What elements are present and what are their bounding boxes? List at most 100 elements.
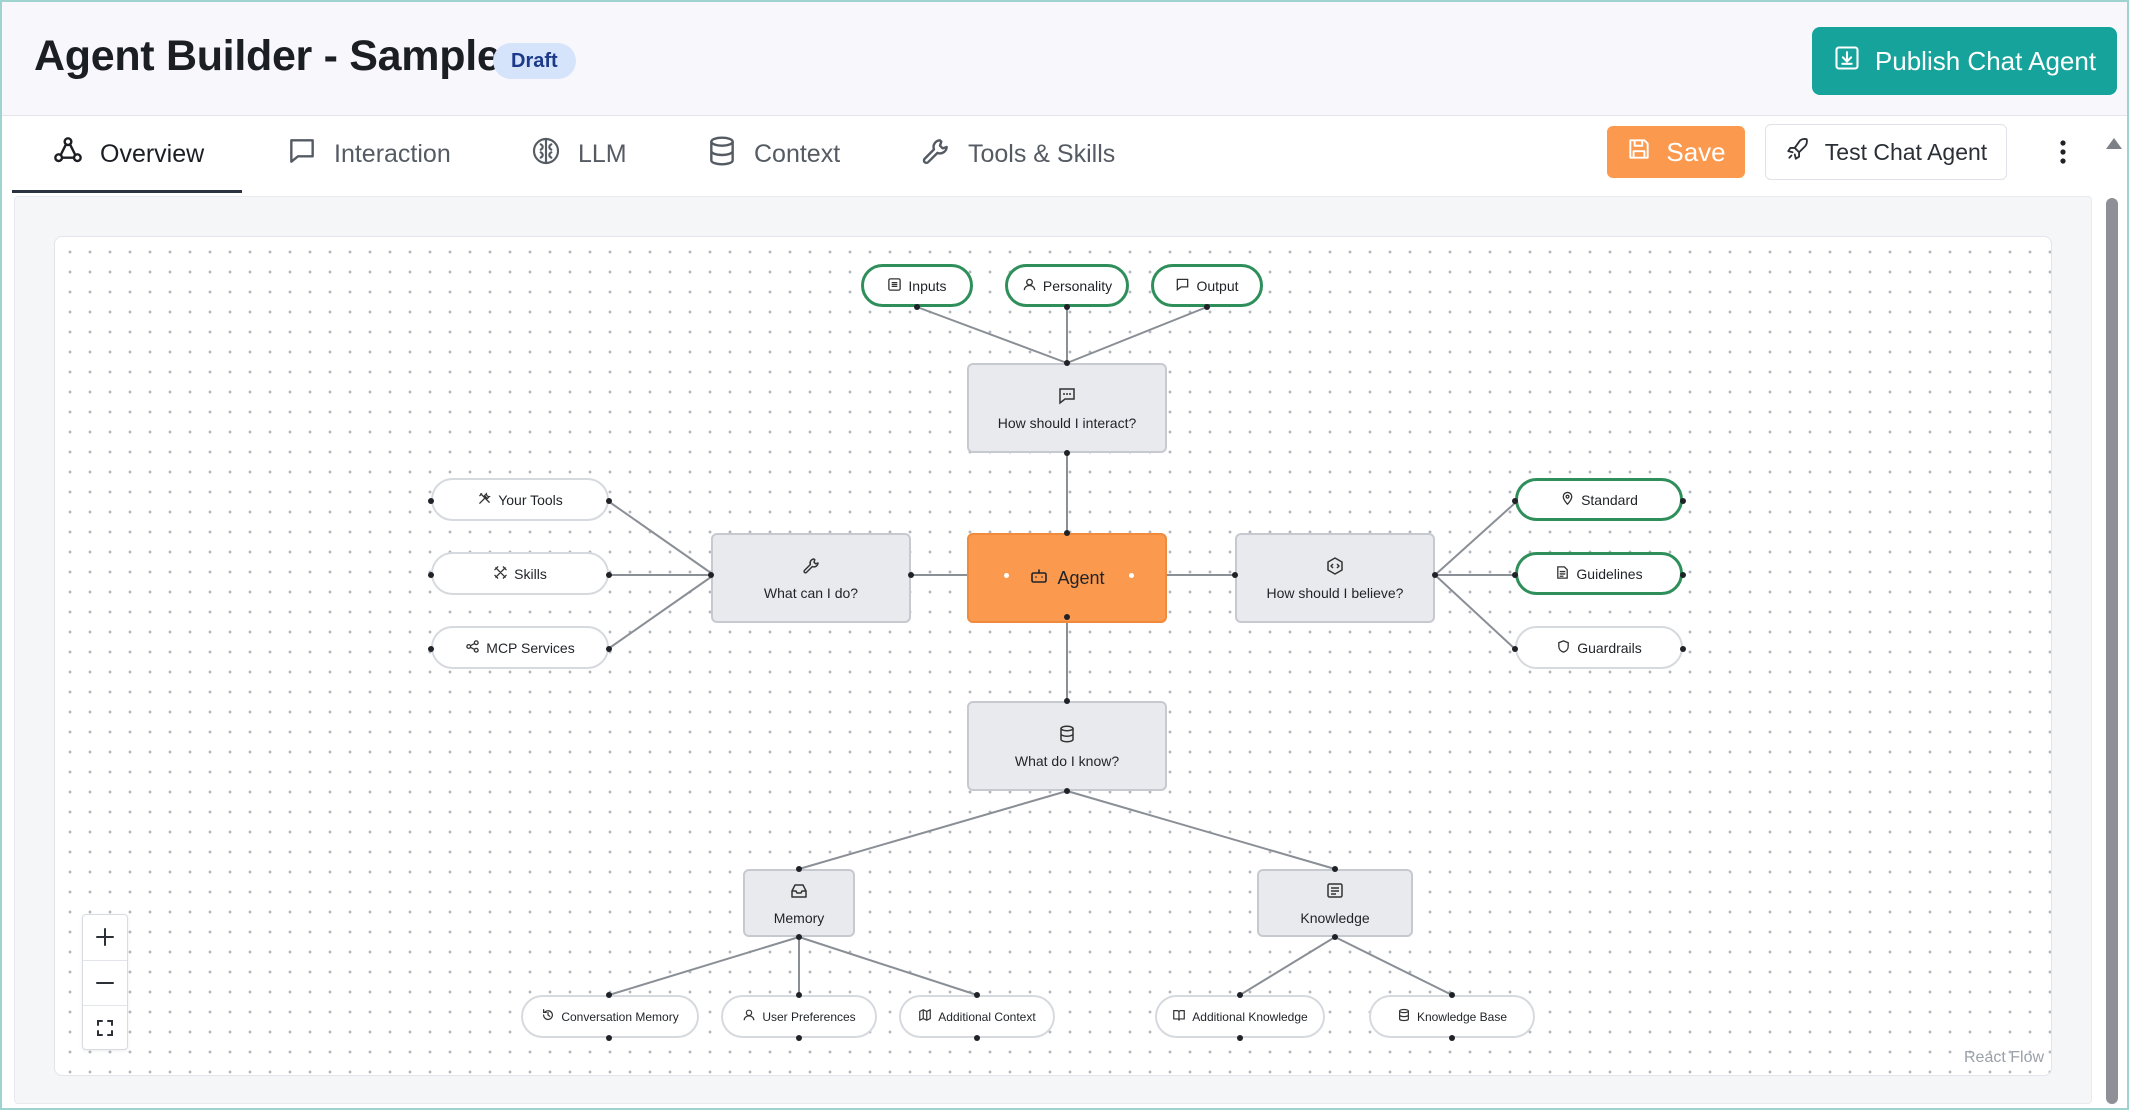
node-knowledge[interactable]: Knowledge <box>1257 869 1413 937</box>
node-knowledge-base[interactable]: Knowledge Base <box>1369 995 1535 1038</box>
newspaper-icon <box>1325 881 1345 904</box>
node-handle[interactable] <box>796 1035 802 1041</box>
node-handle[interactable] <box>1237 992 1243 998</box>
node-how-should-i-believe[interactable]: How should I believe? <box>1235 533 1435 623</box>
node-handle[interactable] <box>796 934 802 940</box>
node-handle[interactable] <box>1064 360 1070 366</box>
node-handle[interactable] <box>708 572 714 578</box>
react-flow-attribution[interactable]: React Flow <box>1964 1049 2044 1067</box>
node-handle[interactable] <box>1680 572 1686 578</box>
node-handle[interactable] <box>974 1035 980 1041</box>
node-handle[interactable] <box>1064 304 1070 310</box>
map-pin-icon <box>1560 491 1575 509</box>
edge <box>608 936 800 996</box>
fit-view-icon[interactable] <box>83 1006 127 1050</box>
more-vertical-icon[interactable] <box>2048 132 2078 172</box>
node-handle[interactable] <box>1512 498 1518 504</box>
node-label: What can I do? <box>763 584 859 601</box>
node-inputs[interactable]: Inputs <box>861 264 973 307</box>
node-handle[interactable] <box>1332 934 1338 940</box>
node-handle[interactable] <box>1237 1035 1243 1041</box>
node-conversation-memory[interactable]: Conversation Memory <box>521 995 699 1038</box>
node-how-should-i-interact[interactable]: How should I interact? <box>967 363 1167 453</box>
node-handle[interactable] <box>1512 646 1518 652</box>
node-label: Additional Context <box>938 1009 1036 1024</box>
node-your-tools[interactable]: Your Tools <box>431 478 609 521</box>
node-memory[interactable]: Memory <box>743 869 855 937</box>
node-additional-knowledge[interactable]: Additional Knowledge <box>1155 995 1325 1038</box>
database-icon <box>1397 1008 1411 1025</box>
tools-icon <box>477 491 492 509</box>
node-handle[interactable] <box>1232 572 1238 578</box>
node-handle[interactable] <box>908 572 914 578</box>
test-chat-agent-button[interactable]: Test Chat Agent <box>1765 124 2007 180</box>
node-handle[interactable] <box>1064 698 1070 704</box>
node-what-do-i-know[interactable]: What do I know? <box>967 701 1167 791</box>
scroll-up-arrow[interactable] <box>2106 138 2122 149</box>
node-handle[interactable] <box>796 992 802 998</box>
node-label: How should I interact? <box>997 414 1137 431</box>
node-label: Agent <box>1057 567 1105 588</box>
zoom-out-icon[interactable] <box>83 961 127 1005</box>
tab-llm[interactable]: LLM <box>530 116 627 192</box>
node-handle[interactable] <box>1204 304 1210 310</box>
node-label: Memory <box>773 909 825 926</box>
tab-tools-skills[interactable]: Tools & Skills <box>920 116 1115 192</box>
node-handle[interactable] <box>1449 992 1455 998</box>
edge <box>798 936 978 996</box>
node-handle[interactable] <box>1064 788 1070 794</box>
message-square-icon <box>1175 277 1190 295</box>
node-handle[interactable] <box>428 572 434 578</box>
node-handle[interactable] <box>1680 646 1686 652</box>
node-mcp-services[interactable]: MCP Services <box>431 626 609 669</box>
node-handle[interactable] <box>1432 572 1438 578</box>
active-tab-indicator <box>12 190 242 193</box>
node-label: User Preferences <box>762 1009 856 1024</box>
test-label: Test Chat Agent <box>1824 138 1988 165</box>
node-guardrails[interactable]: Guardrails <box>1515 626 1683 669</box>
node-handle[interactable] <box>1332 866 1338 872</box>
node-handle[interactable] <box>1680 498 1686 504</box>
tab-overview[interactable]: Overview <box>52 116 204 192</box>
tab-interaction[interactable]: Interaction <box>286 116 451 192</box>
publish-chat-agent-button[interactable]: Publish Chat Agent <box>1812 27 2117 95</box>
node-handle[interactable] <box>914 304 920 310</box>
shield-icon <box>1556 639 1571 657</box>
node-agent[interactable]: Agent <box>967 533 1167 623</box>
node-handle[interactable] <box>1064 530 1070 536</box>
node-handle[interactable] <box>606 646 612 652</box>
node-handle[interactable] <box>1129 573 1134 578</box>
node-handle[interactable] <box>1064 450 1070 456</box>
node-handle[interactable] <box>428 646 434 652</box>
brain-icon <box>530 135 562 174</box>
node-handle[interactable] <box>606 498 612 504</box>
node-guidelines[interactable]: Guidelines <box>1515 552 1683 595</box>
node-handle[interactable] <box>606 992 612 998</box>
node-user-preferences[interactable]: User Preferences <box>721 995 877 1038</box>
node-personality[interactable]: Personality <box>1005 264 1129 307</box>
node-handle[interactable] <box>606 1035 612 1041</box>
tab-context[interactable]: Context <box>706 116 840 192</box>
zoom-in-icon[interactable] <box>83 915 127 959</box>
list-icon <box>887 277 902 295</box>
flow-canvas[interactable]: Inputs Personality Output How should I i… <box>54 236 2052 1076</box>
node-what-can-i-do[interactable]: What can I do? <box>711 533 911 623</box>
node-skills[interactable]: Skills <box>431 552 609 595</box>
node-handle[interactable] <box>1064 614 1070 620</box>
node-handle[interactable] <box>606 572 612 578</box>
map-icon <box>918 1008 932 1025</box>
node-handle[interactable] <box>1449 1035 1455 1041</box>
node-handle[interactable] <box>1004 573 1009 578</box>
node-label: Your Tools <box>498 491 563 508</box>
vertical-scrollbar[interactable] <box>2106 198 2118 1104</box>
node-standard[interactable]: Standard <box>1515 478 1683 521</box>
node-handle[interactable] <box>796 866 802 872</box>
save-button[interactable]: Save <box>1607 126 1745 178</box>
node-handle[interactable] <box>428 498 434 504</box>
node-handle[interactable] <box>1512 572 1518 578</box>
node-additional-context[interactable]: Additional Context <box>899 995 1055 1038</box>
node-handle[interactable] <box>974 992 980 998</box>
book-open-icon <box>1172 1008 1186 1025</box>
node-output[interactable]: Output <box>1151 264 1263 307</box>
tab-label: Context <box>754 139 841 168</box>
